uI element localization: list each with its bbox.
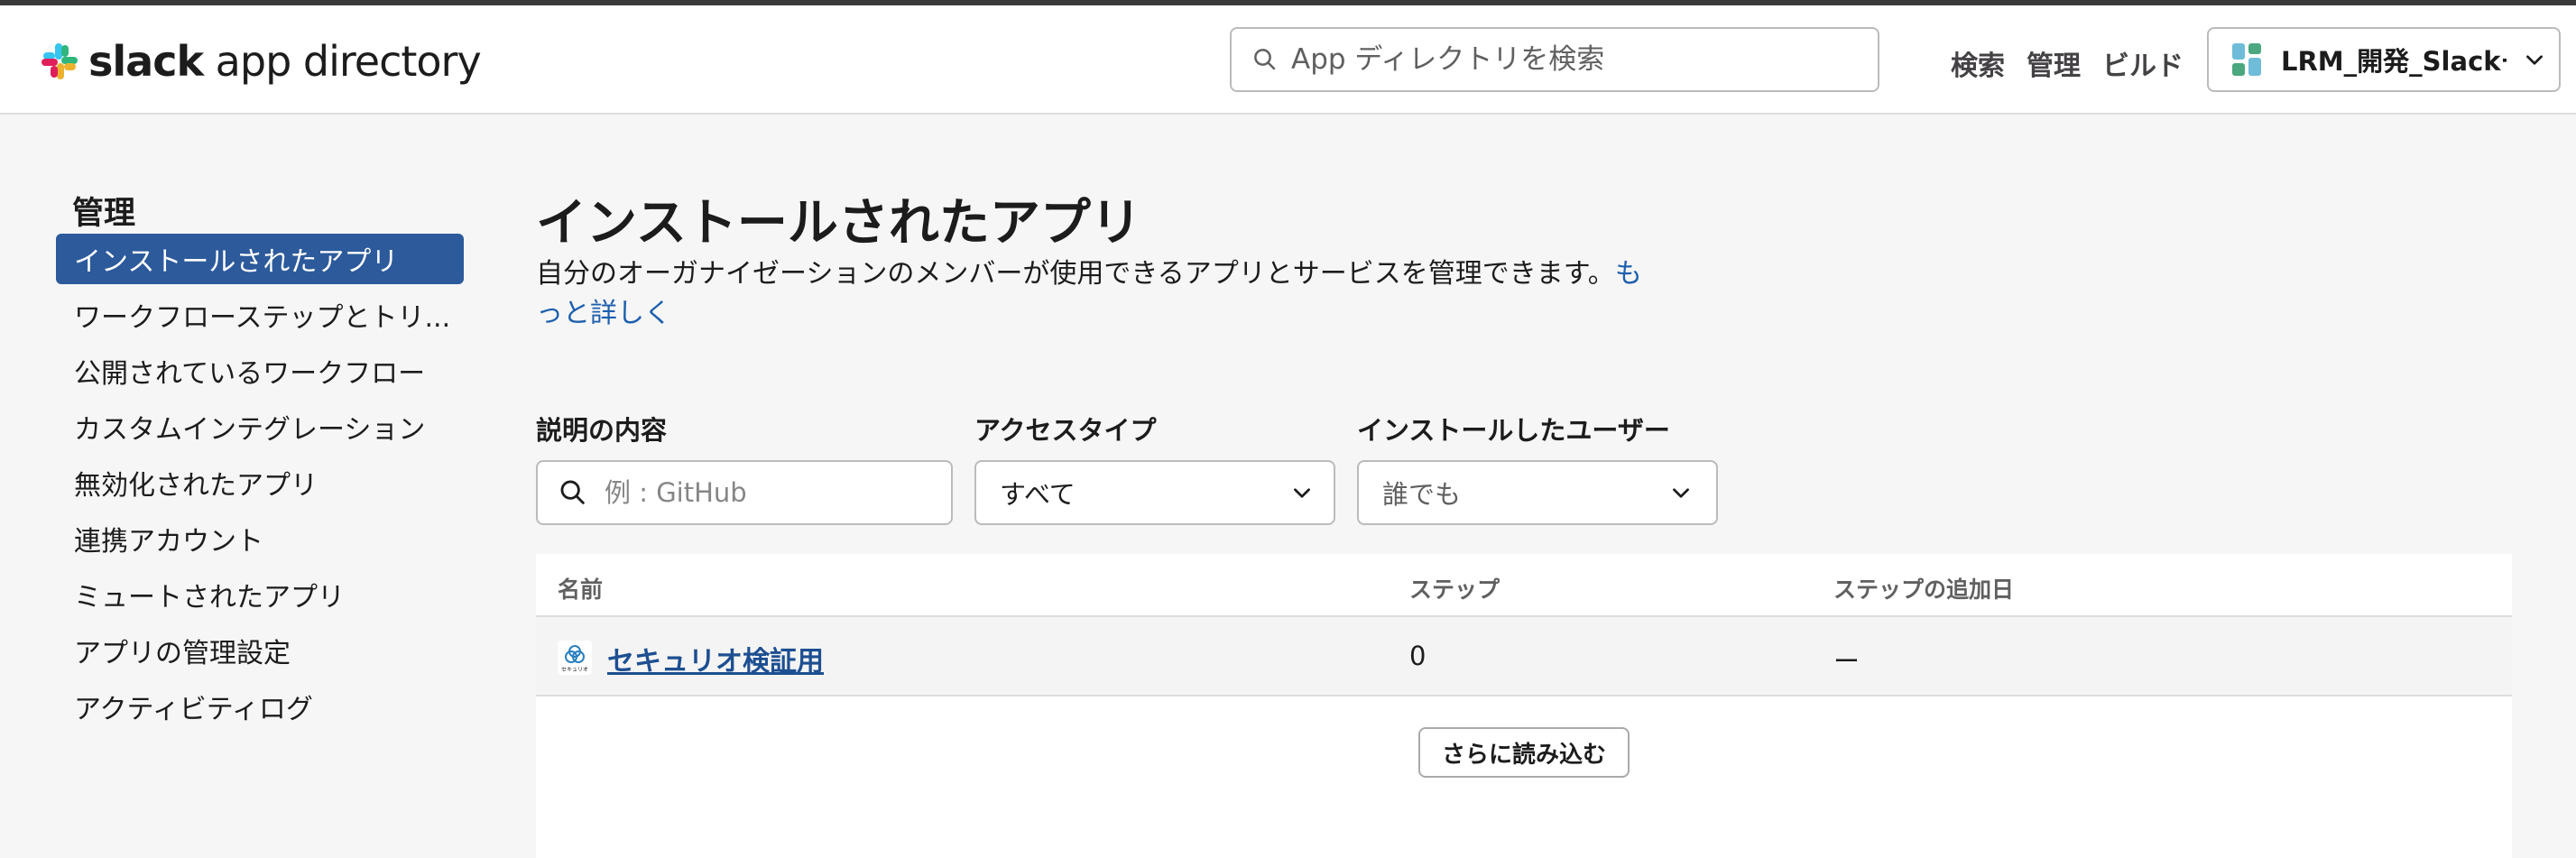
nav-manage-link[interactable]: 管理 — [2027, 43, 2081, 83]
logo-text-app-directory: app directory — [203, 37, 482, 86]
sidebar-item-linked-accounts[interactable]: 連携アカウント — [56, 513, 464, 564]
sidebar-item-app-management-settings[interactable]: アプリの管理設定 — [56, 625, 464, 676]
installed-apps-table: 名前 ステップ ステップの追加日 セキュリオ セキュリオ検証用 0 ー さらに読… — [536, 554, 2512, 858]
installer-select[interactable]: 誰でも — [1357, 460, 1718, 525]
app-icon: セキュリオ — [558, 641, 592, 675]
description-filter-input[interactable] — [605, 477, 947, 508]
table-row[interactable]: セキュリオ セキュリオ検証用 0 ー — [536, 617, 2512, 697]
sidebar-item-custom-integrations[interactable]: カスタムインテグレーション — [56, 401, 464, 452]
page-title: インストールされたアプリ — [536, 194, 1141, 253]
column-header-name[interactable]: 名前 — [558, 572, 603, 604]
sidebar-item-workflow-steps[interactable]: ワークフローステップとトリ... — [56, 290, 464, 340]
table-header: 名前 ステップ ステップの追加日 — [536, 554, 2512, 617]
sidebar-title: 管理 — [72, 196, 136, 232]
sidebar-item-installed-apps[interactable]: インストールされたアプリ — [56, 234, 464, 284]
search-icon — [1254, 49, 1276, 70]
app-step-added-date-value: ー — [1833, 646, 1860, 677]
app-icon-caption: セキュリオ — [561, 667, 588, 673]
sidebar-item-muted-apps[interactable]: ミュートされたアプリ — [56, 569, 464, 620]
nav-search-link[interactable]: 検索 — [1951, 43, 2005, 83]
nav-build-link[interactable]: ビルド — [2102, 43, 2184, 83]
workspace-name: LRM_開発_Slackー — [2281, 46, 2507, 77]
page-description-text: 自分のオーガナイゼーションのメンバーが使用できるアプリとサービスを管理できます。 — [536, 258, 1615, 290]
load-more-button[interactable]: さらに読み込む — [1418, 727, 1630, 778]
description-filter-box[interactable] — [536, 460, 953, 525]
app-search-input[interactable] — [1291, 43, 1869, 76]
sidebar-item-activity-log[interactable]: アクティビティログ — [56, 681, 464, 732]
app-steps-value: 0 — [1409, 641, 1426, 671]
slack-logo-icon — [42, 43, 78, 79]
search-icon — [560, 480, 585, 504]
column-header-steps[interactable]: ステップ — [1409, 572, 1500, 604]
installer-label: インストールしたユーザー — [1357, 415, 1670, 446]
logo-text-slack: slack — [88, 37, 204, 86]
slack-logo[interactable]: slack app directory — [38, 34, 482, 88]
app-name-link[interactable]: セキュリオ検証用 — [607, 639, 824, 678]
access-type-value: すべて — [1000, 479, 1076, 510]
access-type-select[interactable]: すべて — [974, 460, 1335, 525]
installer-value: 誰でも — [1382, 479, 1462, 510]
workspace-switcher[interactable]: LRM_開発_Slackー — [2207, 27, 2561, 92]
chevron-down-icon — [1673, 488, 1689, 498]
page-description: 自分のオーガナイゼーションのメンバーが使用できるアプリとサービスを管理できます。… — [536, 254, 1655, 334]
column-header-step-added-date[interactable]: ステップの追加日 — [1833, 572, 2014, 604]
sidebar-item-disabled-apps[interactable]: 無効化されたアプリ — [56, 457, 464, 508]
header: slack app directory 検索 管理 ビルド LRM_開発_Sla… — [0, 5, 2576, 115]
access-type-label: アクセスタイプ — [974, 415, 1157, 446]
sidebar-item-published-workflows[interactable]: 公開されているワークフロー — [56, 346, 464, 396]
app-search-box[interactable] — [1230, 27, 1879, 92]
chevron-down-icon — [2526, 55, 2543, 65]
workspace-icon — [2229, 42, 2265, 78]
description-filter-label: 説明の内容 — [536, 415, 668, 446]
chevron-down-icon — [1294, 488, 1310, 498]
